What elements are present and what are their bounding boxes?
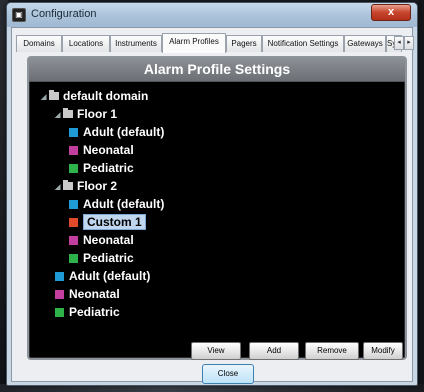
tree-node-default-domain[interactable]: ◢ default domain	[41, 88, 148, 105]
desktop-edge-right	[418, 0, 424, 392]
collapse-arrow-icon[interactable]: ◢	[41, 89, 47, 106]
tree-node-floor-1[interactable]: ◢ Floor 1	[55, 106, 117, 123]
view-button[interactable]: View	[191, 342, 241, 360]
app-icon[interactable]: ▣	[12, 8, 26, 22]
tab-alarm-profiles[interactable]: Alarm Profiles	[162, 33, 226, 53]
profile-color-swatch	[55, 272, 64, 281]
window-close-button[interactable]: x	[371, 4, 411, 21]
profile-color-swatch	[69, 164, 78, 173]
profile-color-swatch	[55, 290, 64, 299]
tab-instruments[interactable]: Instruments	[110, 35, 162, 52]
profile-color-swatch	[55, 308, 64, 317]
tree-item-profile[interactable]: Adult (default)	[69, 196, 164, 213]
tree-item-profile[interactable]: Adult (default)	[69, 124, 164, 141]
remove-button[interactable]: Remove	[305, 342, 359, 360]
panel-title: Alarm Profile Settings	[29, 58, 405, 82]
title-bar[interactable]: ▣ Configuration x	[7, 3, 417, 27]
tree-item-profile-selected[interactable]: Custom 1	[69, 214, 146, 231]
folder-icon	[49, 90, 59, 100]
collapse-arrow-icon[interactable]: ◢	[55, 179, 61, 196]
folder-icon	[63, 108, 73, 118]
profile-color-swatch	[69, 236, 78, 245]
profile-color-swatch	[69, 218, 78, 227]
tree-item-profile[interactable]: Neonatal	[55, 286, 120, 303]
collapse-arrow-icon[interactable]: ◢	[55, 107, 61, 124]
folder-icon	[63, 180, 73, 190]
profile-color-swatch	[69, 128, 78, 137]
tab-gateways[interactable]: Gateways	[344, 35, 386, 52]
tab-pagers[interactable]: Pagers	[226, 35, 262, 52]
tab-domains[interactable]: Domains	[16, 35, 62, 52]
tree-item-profile[interactable]: Pediatric	[69, 160, 134, 177]
alarm-profile-panel: Alarm Profile Settings ◢ default domain ◢…	[27, 56, 407, 360]
profile-color-swatch	[69, 146, 78, 155]
profile-color-swatch	[69, 200, 78, 209]
window-title: Configuration	[31, 8, 97, 20]
close-button[interactable]: Close	[202, 364, 254, 384]
tab-notification-settings[interactable]: Notification Settings	[262, 35, 344, 52]
configuration-window: ▣ Configuration x Domains Locations Inst…	[6, 2, 418, 386]
tree-item-profile[interactable]: Neonatal	[69, 232, 134, 249]
tree-node-floor-2[interactable]: ◢ Floor 2	[55, 178, 117, 195]
tab-scroll-right-icon[interactable]: ▸	[404, 36, 414, 50]
tab-locations[interactable]: Locations	[62, 35, 110, 52]
tab-scroll-left-icon[interactable]: ◂	[394, 36, 404, 50]
tab-strip: Domains Locations Instruments Alarm Prof…	[14, 33, 414, 53]
tree-item-profile[interactable]: Pediatric	[55, 304, 120, 321]
tree-item-profile[interactable]: Pediatric	[69, 250, 134, 267]
tree-item-profile[interactable]: Adult (default)	[55, 268, 150, 285]
dialog-client-area: Domains Locations Instruments Alarm Prof…	[11, 27, 414, 384]
modify-button[interactable]: Modify	[363, 342, 403, 360]
profile-color-swatch	[69, 254, 78, 263]
add-button[interactable]: Add	[249, 342, 299, 360]
tree-item-profile[interactable]: Neonatal	[69, 142, 134, 159]
